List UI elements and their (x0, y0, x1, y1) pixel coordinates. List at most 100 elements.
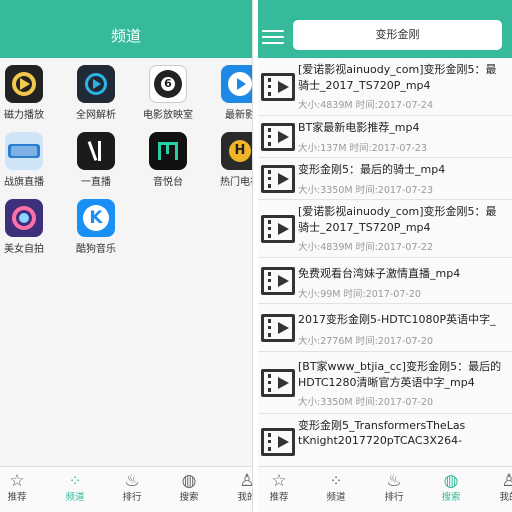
item-title-line: 骑士_2017_TS720P_mp4 (298, 221, 431, 234)
tab-ranking[interactable]: ♨ 排行 (369, 471, 419, 505)
star-icon: ☆ (271, 471, 287, 491)
video-file-icon (261, 123, 295, 151)
item-title-line: 变形金刚5：最后的骑士_mp4 (298, 163, 446, 176)
tab-label: 搜索 (179, 492, 199, 503)
list-item[interactable]: BT家最新电影推荐_mp4 大小:137M 时间:2017-07-23 (258, 116, 512, 158)
grid-dots-icon: ⁘ (68, 472, 82, 490)
app-film-room[interactable]: 6 电影放映室 (135, 65, 201, 122)
video-file-icon (261, 165, 295, 193)
app-label: 电影放映室 (143, 110, 193, 121)
item-meta: 大小:137M 时间:2017-07-23 (298, 143, 427, 154)
channel-screen: 频道 磁力播放 全网解析 6 电影放映室 最新影 战旗直播 一直播 音悦台 H … (0, 0, 253, 512)
search-results-screen: 变形金刚 [爱诺影视ainuody_com]变形金刚5：最 骑士_2017_TS… (258, 0, 512, 512)
video-file-icon (261, 215, 295, 243)
web-parse-icon (77, 65, 115, 103)
app-magnet-player[interactable]: 磁力播放 (0, 65, 57, 122)
app-label: 酷狗音乐 (76, 244, 116, 255)
planet-icon: ◍ (443, 471, 459, 491)
app-zhanqi-live[interactable]: 战旗直播 (0, 132, 57, 189)
item-meta: 大小:2776M 时间:2017-07-20 (298, 336, 434, 347)
tab-mine[interactable]: ♙ 我的 (222, 471, 252, 505)
magnet-player-icon (5, 65, 43, 103)
star-icon: ☆ (9, 471, 25, 491)
tab-label: 排行 (384, 492, 404, 503)
item-meta: 大小:3350M 时间:2017-07-23 (298, 185, 434, 196)
page-title: 频道 (110, 27, 141, 45)
item-title-line: 2017变形金刚5-HDTC1080P英语中字_ (298, 313, 496, 326)
tab-label: 频道 (326, 492, 346, 503)
list-item[interactable]: 变形金刚5_TransformersTheLas tKnight2017720p… (258, 414, 512, 474)
item-meta: 大小:99M 时间:2017-07-20 (298, 289, 421, 300)
tab-channel[interactable]: ⁘ 频道 (311, 471, 361, 505)
app-label: 音悦台 (153, 177, 183, 188)
list-item[interactable]: 免费观看台湾妹子激情直播_mp4 大小:99M 时间:2017-07-20 (258, 258, 512, 304)
person-icon: ♙ (501, 471, 512, 491)
tab-label: 推荐 (269, 492, 289, 503)
app-web-parse[interactable]: 全网解析 (63, 65, 129, 122)
item-title-line: [爱诺影视ainuody_com]变形金刚5：最 (298, 63, 497, 76)
list-item[interactable]: [爱诺影视ainuody_com]变形金刚5：最 骑士_2017_TS720P_… (258, 200, 512, 258)
video-file-icon (261, 314, 295, 342)
video-file-icon (261, 428, 295, 456)
search-input[interactable]: 变形金刚 (293, 20, 502, 50)
tab-search[interactable]: ◍ 搜索 (426, 471, 476, 505)
list-item[interactable]: 2017变形金刚5-HDTC1080P英语中字_ 大小:2776M 时间:201… (258, 304, 512, 352)
item-title-line: HDTC1280清晰官方英语中字_mp4 (298, 376, 475, 389)
yizhibo-icon (77, 132, 115, 170)
app-label: 美女自拍 (4, 244, 44, 255)
tab-label: 我的 (499, 492, 512, 503)
film-reel-icon: 6 (149, 65, 187, 103)
hot-tv-icon: H (221, 132, 252, 170)
app-hot-tv[interactable]: H 热门电视 (207, 132, 252, 189)
tab-channel[interactable]: ⁘ 频道 (50, 471, 100, 505)
selfie-icon (5, 199, 43, 237)
tab-label: 我的 (237, 492, 252, 503)
app-label: 磁力播放 (4, 110, 44, 121)
app-latest-video[interactable]: 最新影 (207, 65, 253, 122)
list-item[interactable]: [爱诺影视ainuody_com]变形金刚5：最 骑士_2017_TS720P_… (258, 58, 512, 116)
item-title-line: [爱诺影视ainuody_com]变形金刚5：最 (298, 205, 497, 218)
tab-ranking[interactable]: ♨ 排行 (107, 471, 157, 505)
bottom-tab-bar: ☆ 推荐 ⁘ 频道 ♨ 排行 ◍ 搜索 ♙ 我的 (258, 466, 512, 512)
kugou-music-icon: K (77, 199, 115, 237)
grid-dots-icon: ⁘ (329, 472, 343, 490)
yinyuetai-icon (149, 132, 187, 170)
list-item[interactable]: [BT家www_btjia_cc]变形金刚5：最后的 HDTC1280清晰官方英… (258, 352, 512, 414)
app-label: 最新影 (225, 110, 253, 121)
item-meta: 大小:4839M 时间:2017-07-24 (298, 100, 434, 111)
app-selfie[interactable]: 美女自拍 (0, 199, 57, 256)
menu-icon (262, 30, 284, 32)
app-yizhibo[interactable]: 一直播 (63, 132, 129, 189)
zhanqi-tv-icon (5, 132, 43, 170)
item-title-line: tKnight2017720pTCAC3X264- (298, 434, 463, 447)
tab-search[interactable]: ◍ 搜索 (164, 471, 214, 505)
video-file-icon (261, 267, 295, 295)
item-title-line: 免费观看台湾妹子激情直播_mp4 (298, 267, 461, 280)
list-item[interactable]: 变形金刚5：最后的骑士_mp4 大小:3350M 时间:2017-07-23 (258, 158, 512, 200)
person-icon: ♙ (222, 471, 252, 491)
search-header: 变形金刚 (258, 0, 512, 58)
tab-recommend[interactable]: ☆ 推荐 (258, 471, 304, 505)
app-label: 热门电视 (220, 177, 252, 188)
item-title-line: 变形金刚5_TransformersTheLas (298, 419, 466, 432)
tab-label: 频道 (65, 492, 85, 503)
video-file-icon (261, 73, 295, 101)
item-title-line: 骑士_2017_TS720P_mp4 (298, 79, 431, 92)
app-label: 一直播 (81, 177, 111, 188)
menu-button[interactable] (262, 26, 284, 46)
app-label: 战旗直播 (4, 177, 44, 188)
channel-header: 频道 (0, 0, 252, 58)
item-meta: 大小:4839M 时间:2017-07-22 (298, 242, 434, 253)
bottom-tab-bar: ☆ 推荐 ⁘ 频道 ♨ 排行 ◍ 搜索 ♙ 我的 (0, 466, 252, 512)
app-label: 全网解析 (76, 110, 116, 121)
item-meta: 大小:3350M 时间:2017-07-20 (298, 397, 434, 408)
tab-mine[interactable]: ♙ 我的 (484, 471, 512, 505)
app-yinyuetai[interactable]: 音悦台 (135, 132, 201, 189)
video-file-icon (261, 369, 295, 397)
flame-icon: ♨ (124, 471, 140, 491)
tab-recommend[interactable]: ☆ 推荐 (0, 471, 42, 505)
tab-label: 搜索 (441, 492, 461, 503)
item-title-line: [BT家www_btjia_cc]变形金刚5：最后的 (298, 360, 502, 373)
app-kugou-music[interactable]: K 酷狗音乐 (63, 199, 129, 256)
planet-icon: ◍ (181, 471, 197, 491)
